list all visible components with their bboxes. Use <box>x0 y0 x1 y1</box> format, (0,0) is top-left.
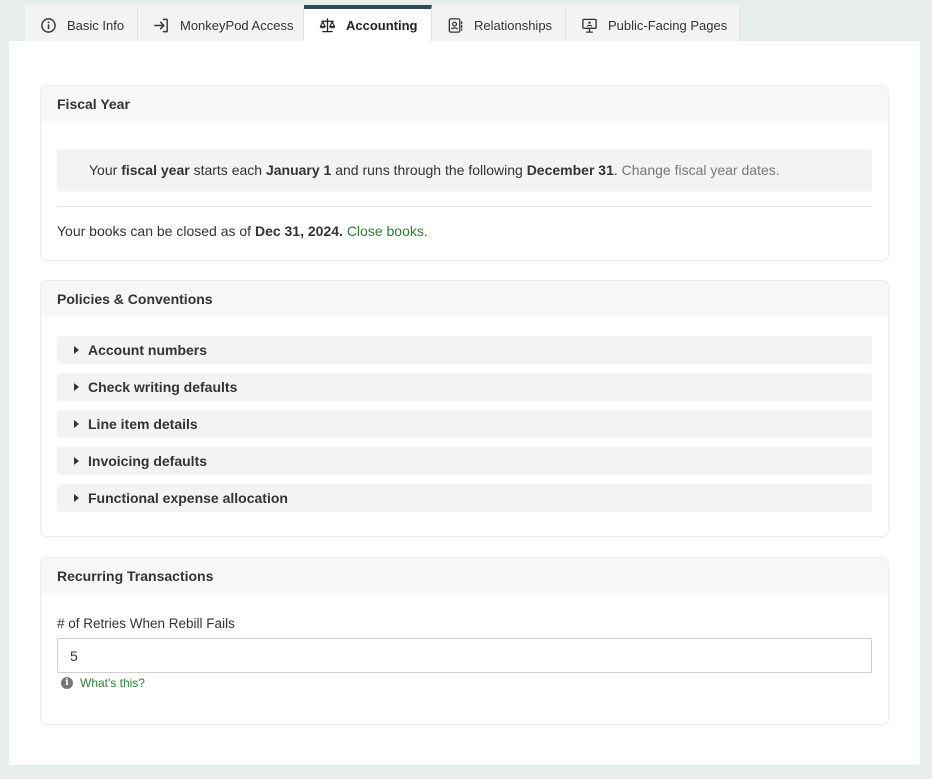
tab-monkeypod-access[interactable]: MonkeyPod Access <box>138 5 304 41</box>
card-title: Recurring Transactions <box>41 558 888 593</box>
accordion-label: Line item details <box>88 416 198 432</box>
caret-right-icon <box>74 420 79 428</box>
notice-text: Your <box>89 161 122 178</box>
presentation-screen-icon <box>581 17 598 34</box>
info-circle-icon <box>40 17 57 34</box>
tab-label: MonkeyPod Access <box>180 17 294 33</box>
contact-book-icon <box>447 17 464 34</box>
settings-panel: Fiscal Year Your fiscal year starts each… <box>9 41 920 765</box>
accordion-account-numbers[interactable]: Account numbers <box>57 336 872 364</box>
books-text: Your books can be closed as of <box>57 223 255 239</box>
accordion-label: Check writing defaults <box>88 379 238 395</box>
help-row: i What's this? <box>61 676 145 690</box>
scales-icon <box>319 17 336 34</box>
tab-label: Basic Info <box>67 17 125 33</box>
fiscal-start-date: January 1 <box>265 161 332 178</box>
settings-tabs: Basic Info MonkeyPod Access Accounting R… <box>25 5 740 41</box>
retries-input[interactable] <box>57 638 872 673</box>
tab-relationships[interactable]: Relationships <box>432 5 566 41</box>
accordion-check-writing-defaults[interactable]: Check writing defaults <box>57 373 872 401</box>
caret-right-icon <box>74 457 79 465</box>
retries-label: # of Retries When Rebill Fails <box>57 616 235 631</box>
accordion-invoicing-defaults[interactable]: Invoicing defaults <box>57 447 872 475</box>
change-fiscal-year-link[interactable]: Change fiscal year dates. <box>622 162 780 178</box>
caret-right-icon <box>74 383 79 391</box>
sign-in-icon <box>153 17 170 34</box>
notice-text: and runs through the following <box>331 161 527 178</box>
tab-label: Public-Facing Pages <box>608 17 728 33</box>
tab-label: Accounting <box>346 17 418 33</box>
tab-basic-info[interactable]: Basic Info <box>25 5 138 41</box>
accordion-functional-expense-allocation[interactable]: Functional expense allocation <box>57 484 872 512</box>
notice-term: fiscal year <box>121 161 190 178</box>
policies-card: Policies & Conventions Account numbers C… <box>41 281 888 536</box>
caret-right-icon <box>74 494 79 502</box>
recurring-transactions-card: Recurring Transactions # of Retries When… <box>41 558 888 724</box>
whats-this-link[interactable]: What's this? <box>80 676 145 690</box>
card-title: Policies & Conventions <box>41 281 888 316</box>
accordion-label: Invoicing defaults <box>88 453 208 469</box>
divider <box>57 206 872 207</box>
card-title: Fiscal Year <box>41 86 888 121</box>
tab-public-facing-pages[interactable]: Public-Facing Pages <box>566 5 740 41</box>
tab-accounting[interactable]: Accounting <box>304 5 432 41</box>
accordion-label: Functional expense allocation <box>88 490 288 506</box>
notice-text: starts each <box>189 161 266 178</box>
info-icon: i <box>61 677 73 689</box>
tab-label: Relationships <box>474 17 553 33</box>
accordion-label: Account numbers <box>88 342 208 358</box>
close-books-link[interactable]: Close books. <box>347 223 428 239</box>
books-close-date: Dec 31, 2024. <box>254 223 343 239</box>
notice-text: . <box>613 161 622 178</box>
fiscal-end-date: December 31 <box>526 161 614 178</box>
accordion-line-item-details[interactable]: Line item details <box>57 410 872 438</box>
fiscal-year-notice: Your fiscal year starts each January 1 a… <box>57 149 872 190</box>
fiscal-year-card: Fiscal Year Your fiscal year starts each… <box>41 86 888 260</box>
caret-right-icon <box>74 346 79 354</box>
books-close-line: Your books can be closed as of Dec 31, 2… <box>57 223 428 239</box>
